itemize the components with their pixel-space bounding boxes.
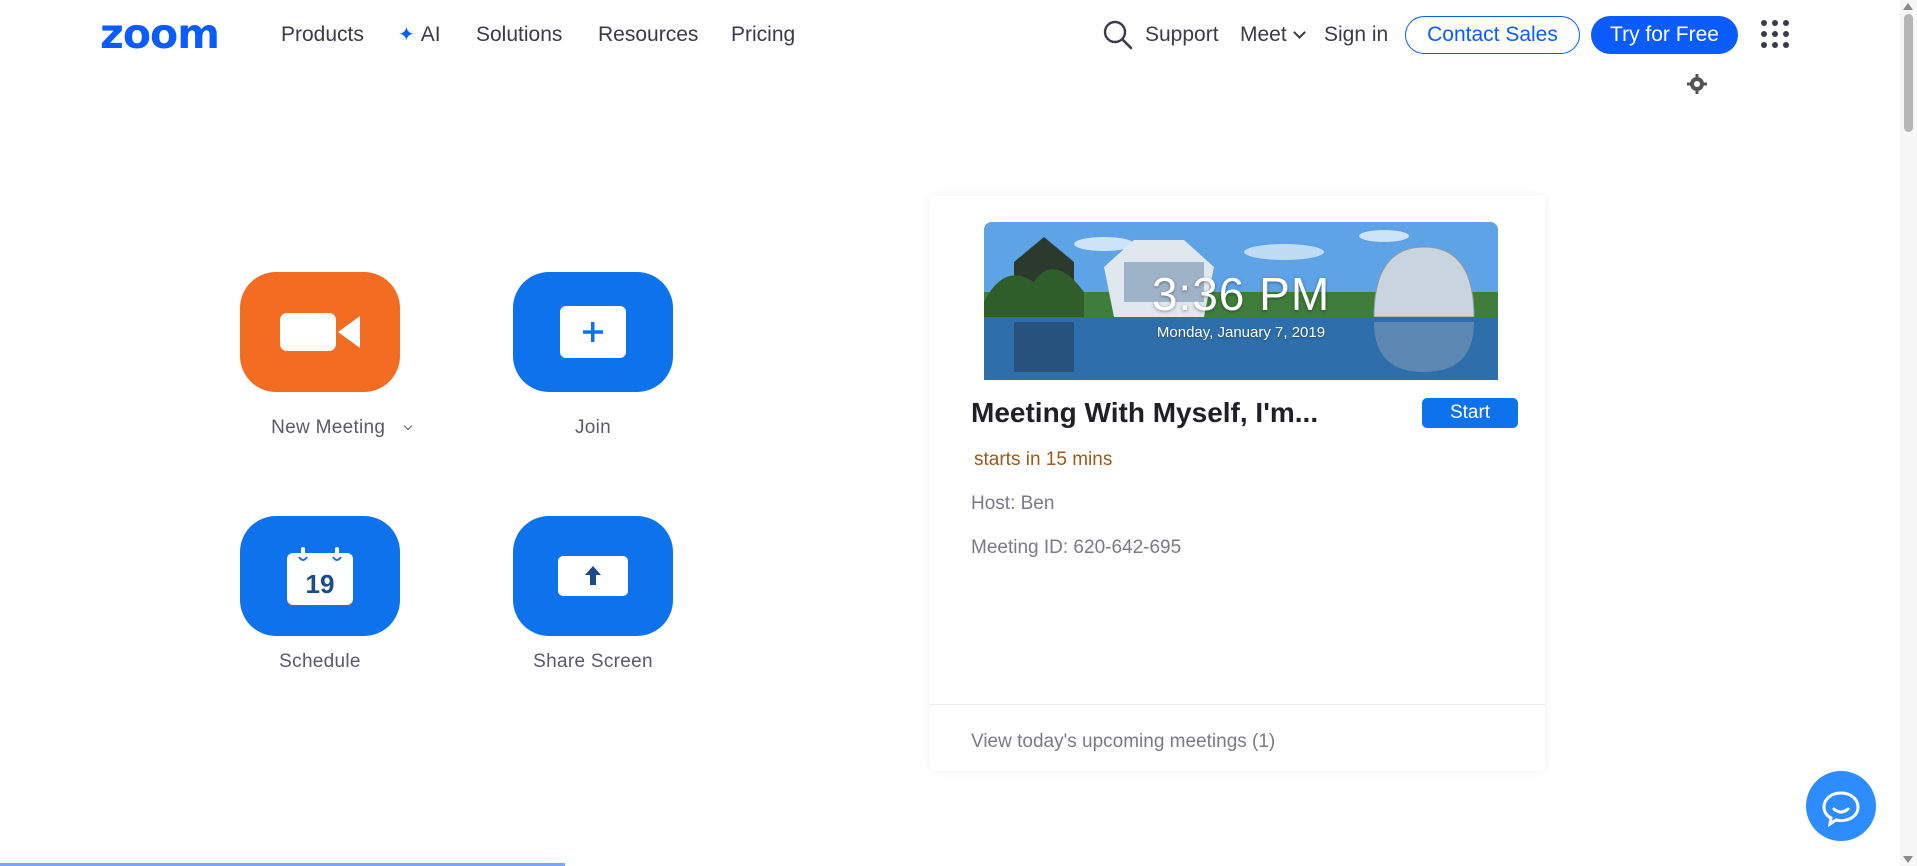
video-camera-icon [280,313,360,351]
share-arrow-icon [558,556,628,596]
join-button[interactable] [513,272,673,392]
scroll-down-arrow-icon[interactable] [1903,856,1913,863]
new-meeting-label[interactable]: New Meeting [246,417,436,439]
schedule-button[interactable]: 19 [240,516,400,636]
new-meeting-button[interactable] [240,272,400,392]
nav-ai-label: AI [420,23,441,46]
host-text: Host: Ben [971,493,1055,514]
sign-in-link[interactable]: Sign in [1324,23,1388,47]
sparkle-icon: ✦ [398,24,415,46]
upcoming-meetings-link[interactable]: View today's upcoming meetings (1) [971,731,1275,753]
meeting-banner-image: 3:36 PM Monday, January 7, 2019 [984,222,1498,380]
contact-sales-button[interactable]: Contact Sales [1405,16,1580,54]
starts-in-text: starts in 15 mins [974,449,1113,470]
vertical-scrollbar[interactable] [1900,0,1917,866]
banner-date: Monday, January 7, 2019 [1156,324,1326,341]
banner-time: 3:36 PM [1151,268,1331,320]
meeting-id-text: Meeting ID: 620-642-695 [971,537,1182,558]
top-nav: zoom Products ✦ AI Solutions Resources Pr… [0,0,1900,70]
card-divider [930,704,1545,705]
nav-meet-dropdown[interactable]: Meet [1240,23,1306,47]
start-meeting-button[interactable]: Start [1422,398,1518,428]
nav-products[interactable]: Products [281,23,364,47]
join-label[interactable]: Join [493,417,693,439]
share-screen-button[interactable] [513,516,673,636]
schedule-label[interactable]: Schedule [220,651,420,673]
meeting-title: Meeting With Myself, I'm... [971,397,1319,428]
calendar-day: 19 [306,569,335,599]
gear-icon[interactable] [1686,73,1708,95]
scroll-thumb[interactable] [1904,14,1913,132]
nav-pricing[interactable]: Pricing [731,23,795,47]
nav-support[interactable]: Support [1145,23,1219,47]
chat-support-button[interactable] [1806,771,1876,841]
nav-ai[interactable]: ✦ AI [398,23,441,47]
chat-icon [1822,791,1860,828]
chevron-down-icon [1292,26,1306,39]
scroll-up-arrow-icon[interactable] [1903,3,1913,10]
plus-icon [560,306,626,358]
apps-grid-icon[interactable] [1761,20,1789,48]
new-meeting-text: New Meeting [271,417,386,438]
nav-meet-label: Meet [1240,23,1287,46]
share-screen-label[interactable]: Share Screen [493,651,693,673]
nav-resources[interactable]: Resources [598,23,698,47]
search-icon[interactable] [1102,19,1134,51]
zoom-logo[interactable]: zoom [100,14,220,55]
calendar-icon: 19 [287,547,353,605]
try-for-free-button[interactable]: Try for Free [1591,16,1738,54]
chevron-down-icon[interactable] [403,421,413,431]
nav-solutions[interactable]: Solutions [476,23,562,47]
